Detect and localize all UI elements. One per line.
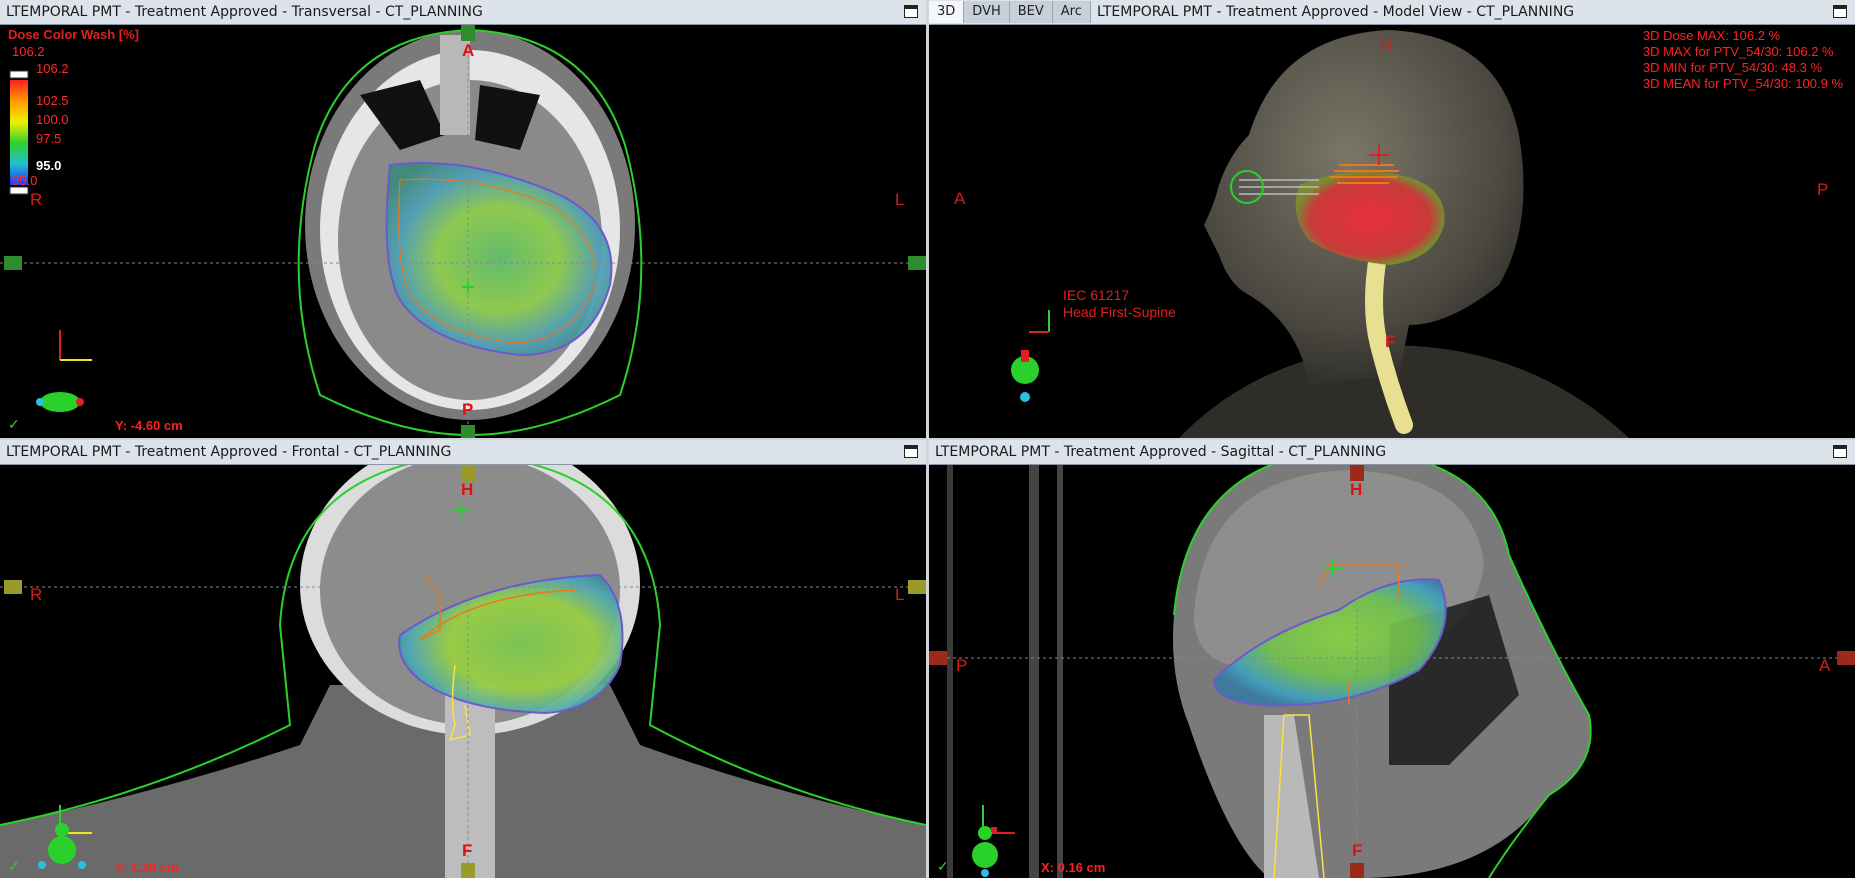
transversal-title: LTEMPORAL PMT - Treatment Approved - Tra… — [6, 4, 483, 20]
orient-left: R — [30, 190, 43, 209]
orient-bottom: F — [1385, 332, 1396, 351]
dose-colorbar — [10, 80, 28, 185]
slice-position: Y: -4.60 cm — [115, 418, 183, 433]
dose-legend-title: Dose Color Wash [%] — [8, 27, 139, 42]
stat-ptv-max: 3D MAX for PTV_54/30: 106.2 % — [1642, 44, 1834, 59]
check-icon: ✓ — [8, 416, 20, 432]
orient-right: L — [895, 585, 905, 604]
frontal-ct-image — [0, 465, 926, 878]
dose-statistics: 3D Dose MAX: 106.2 % 3D MAX for PTV_54/3… — [1643, 28, 1843, 92]
frontal-view[interactable]: LTEMPORAL PMT - Treatment Approved - Fro… — [0, 440, 926, 878]
legend-tick-3: 100.0 — [36, 112, 69, 127]
orient-bottom: P — [462, 400, 474, 419]
orient-right: A — [1819, 656, 1831, 675]
model-viewport[interactable]: 3D Dose MAX: 106.2 % 3D MAX for PTV_54/3… — [929, 25, 1855, 438]
patient-position-label: Head First-Supine — [1063, 304, 1176, 320]
tab-dvh[interactable]: DVH — [964, 1, 1010, 23]
tab-arc[interactable]: Arc — [1052, 1, 1091, 23]
stat-dose-max: 3D Dose MAX: 106.2 % — [1642, 28, 1781, 43]
orient-top: A — [462, 41, 475, 60]
coord-system-label: IEC 61217 — [1063, 287, 1130, 303]
maximize-icon[interactable] — [904, 445, 918, 458]
horizontal-divider[interactable] — [0, 438, 1855, 440]
maximize-icon[interactable] — [1833, 5, 1847, 18]
check-icon: ✓ — [8, 858, 20, 874]
slice-position: Z: 1.20 cm — [115, 860, 179, 875]
frontal-title: LTEMPORAL PMT - Treatment Approved - Fro… — [6, 444, 452, 460]
legend-tick-5: 95.0 — [36, 158, 62, 173]
orient-left: R — [30, 585, 43, 604]
view-tabs: 3D DVH BEV Arc — [929, 0, 1091, 24]
frontal-titlebar: LTEMPORAL PMT - Treatment Approved - Fro… — [0, 440, 926, 465]
legend-min-label: 95.0 — [12, 173, 38, 188]
maximize-icon[interactable] — [1833, 445, 1847, 458]
legend-tick-4: 97.5 — [36, 131, 62, 146]
orient-top: H — [1381, 36, 1394, 55]
orient-left: P — [956, 656, 968, 675]
sagittal-view[interactable]: LTEMPORAL PMT - Treatment Approved - Sag… — [929, 440, 1855, 878]
tab-3d[interactable]: 3D — [929, 1, 965, 23]
transversal-viewport[interactable]: Dose Color Wash [%] 106.2 106.2 102.5 10… — [0, 25, 926, 438]
model-title: LTEMPORAL PMT - Treatment Approved - Mod… — [1097, 4, 1575, 20]
check-icon: ✓ — [937, 858, 949, 874]
orient-bottom: F — [1352, 841, 1363, 860]
orientation-axes-icon — [1029, 310, 1050, 333]
stat-ptv-min: 3D MIN for PTV_54/30: 48.3 % — [1642, 60, 1823, 75]
orient-top: H — [1350, 480, 1363, 499]
orient-right: L — [895, 190, 905, 209]
sagittal-ct-image — [929, 465, 1855, 878]
slice-position: X: 0.16 cm — [1041, 860, 1106, 875]
sagittal-viewport[interactable]: H F P A X: 0.16 cm ✓ — [929, 465, 1855, 878]
orient-right: P — [1817, 180, 1829, 199]
model-view[interactable]: 3D DVH BEV Arc LTEMPORAL PMT - Treatment… — [929, 0, 1855, 438]
patient-figure-icon — [1011, 350, 1039, 402]
orient-top: H — [461, 480, 474, 499]
legend-max-label: 106.2 — [12, 44, 45, 59]
transversal-ct-image — [0, 25, 926, 438]
maximize-icon[interactable] — [904, 5, 918, 18]
legend-tick-1: 106.2 — [36, 61, 69, 76]
stat-ptv-mean: 3D MEAN for PTV_54/30: 100.9 % — [1642, 76, 1843, 91]
legend-tick-2: 102.5 — [36, 93, 69, 108]
orient-left: A — [954, 189, 966, 208]
sagittal-titlebar: LTEMPORAL PMT - Treatment Approved - Sag… — [929, 440, 1855, 465]
patient-figure-icon — [36, 392, 84, 412]
orientation-axes-icon — [59, 330, 92, 361]
tab-bev[interactable]: BEV — [1009, 1, 1053, 23]
model-titlebar: 3D DVH BEV Arc LTEMPORAL PMT - Treatment… — [929, 0, 1855, 25]
orient-bottom: F — [462, 841, 473, 860]
transversal-view[interactable]: LTEMPORAL PMT - Treatment Approved - Tra… — [0, 0, 926, 438]
frontal-viewport[interactable]: H F R L Z: 1.20 cm ✓ — [0, 465, 926, 878]
sagittal-title: LTEMPORAL PMT - Treatment Approved - Sag… — [935, 444, 1387, 460]
transversal-titlebar: LTEMPORAL PMT - Treatment Approved - Tra… — [0, 0, 926, 25]
